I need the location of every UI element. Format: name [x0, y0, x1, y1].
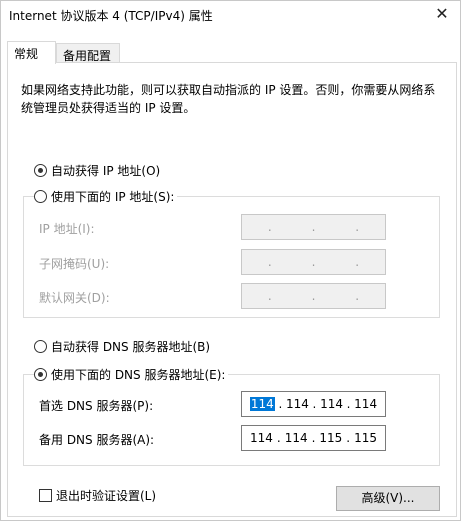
ip-segment[interactable]: 114: [320, 397, 343, 411]
ip-segment[interactable]: 114: [249, 397, 275, 411]
ip-segment[interactable]: 114: [286, 397, 309, 411]
ip-address-label: IP 地址(I):: [39, 222, 95, 236]
close-icon[interactable]: ✕: [432, 4, 452, 24]
radio-auto-ip[interactable]: 自动获得 IP 地址(O): [34, 162, 160, 178]
ip-segment[interactable]: 114: [250, 431, 273, 445]
radio-manual-ip-label: 使用下面的 IP 地址(S):: [51, 189, 175, 204]
radio-auto-ip-label: 自动获得 IP 地址(O): [51, 163, 161, 178]
alternate-dns-field[interactable]: 114 . 114 . 115 . 115: [241, 425, 386, 451]
ip-segment[interactable]: 115: [354, 431, 377, 445]
dialog-window: Internet 协议版本 4 (TCP/IPv4) 属性 ✕ 常规 备用配置 …: [0, 0, 461, 521]
default-gateway-label: 默认网关(D):: [39, 291, 110, 305]
alternate-dns-label: 备用 DNS 服务器(A):: [39, 433, 155, 447]
advanced-button[interactable]: 高级(V)...: [336, 486, 440, 511]
preferred-dns-label: 首选 DNS 服务器(P):: [39, 399, 154, 413]
radio-checked-icon[interactable]: [34, 163, 47, 177]
preferred-dns-field[interactable]: 114 . 114 . 114 . 114: [241, 391, 386, 417]
ip-segment[interactable]: 114: [285, 431, 308, 445]
radio-unchecked-icon[interactable]: [34, 339, 47, 353]
tab-alternate-config[interactable]: 备用配置: [56, 43, 120, 63]
ip-segment[interactable]: 114: [354, 397, 377, 411]
dns-settings-group: [23, 374, 440, 466]
checkbox-icon[interactable]: [39, 489, 52, 502]
radio-manual-dns[interactable]: 使用下面的 DNS 服务器地址(E):: [34, 366, 229, 382]
radio-manual-ip[interactable]: 使用下面的 IP 地址(S):: [34, 188, 178, 204]
validate-on-exit-checkbox[interactable]: 退出时验证设置(L): [39, 487, 156, 504]
radio-auto-dns[interactable]: 自动获得 DNS 服务器地址(B): [34, 338, 210, 354]
default-gateway-field[interactable]: . . .: [241, 283, 386, 309]
radio-unchecked-icon[interactable]: [34, 189, 47, 203]
validate-on-exit-label: 退出时验证设置(L): [56, 489, 157, 503]
subnet-mask-field[interactable]: . . .: [241, 249, 386, 275]
tab-general[interactable]: 常规: [7, 41, 56, 64]
radio-checked-icon[interactable]: [34, 367, 47, 381]
ip-segment[interactable]: 115: [319, 431, 342, 445]
window-title: Internet 协议版本 4 (TCP/IPv4) 属性: [9, 9, 213, 23]
ip-address-field[interactable]: . . .: [241, 214, 386, 240]
description-text: 如果网络支持此功能，则可以获取自动指派的 IP 设置。否则，你需要从网络系统管理…: [21, 83, 436, 115]
subnet-mask-label: 子网掩码(U):: [39, 257, 110, 271]
radio-auto-dns-label: 自动获得 DNS 服务器地址(B): [51, 339, 211, 354]
radio-manual-dns-label: 使用下面的 DNS 服务器地址(E):: [51, 367, 226, 382]
